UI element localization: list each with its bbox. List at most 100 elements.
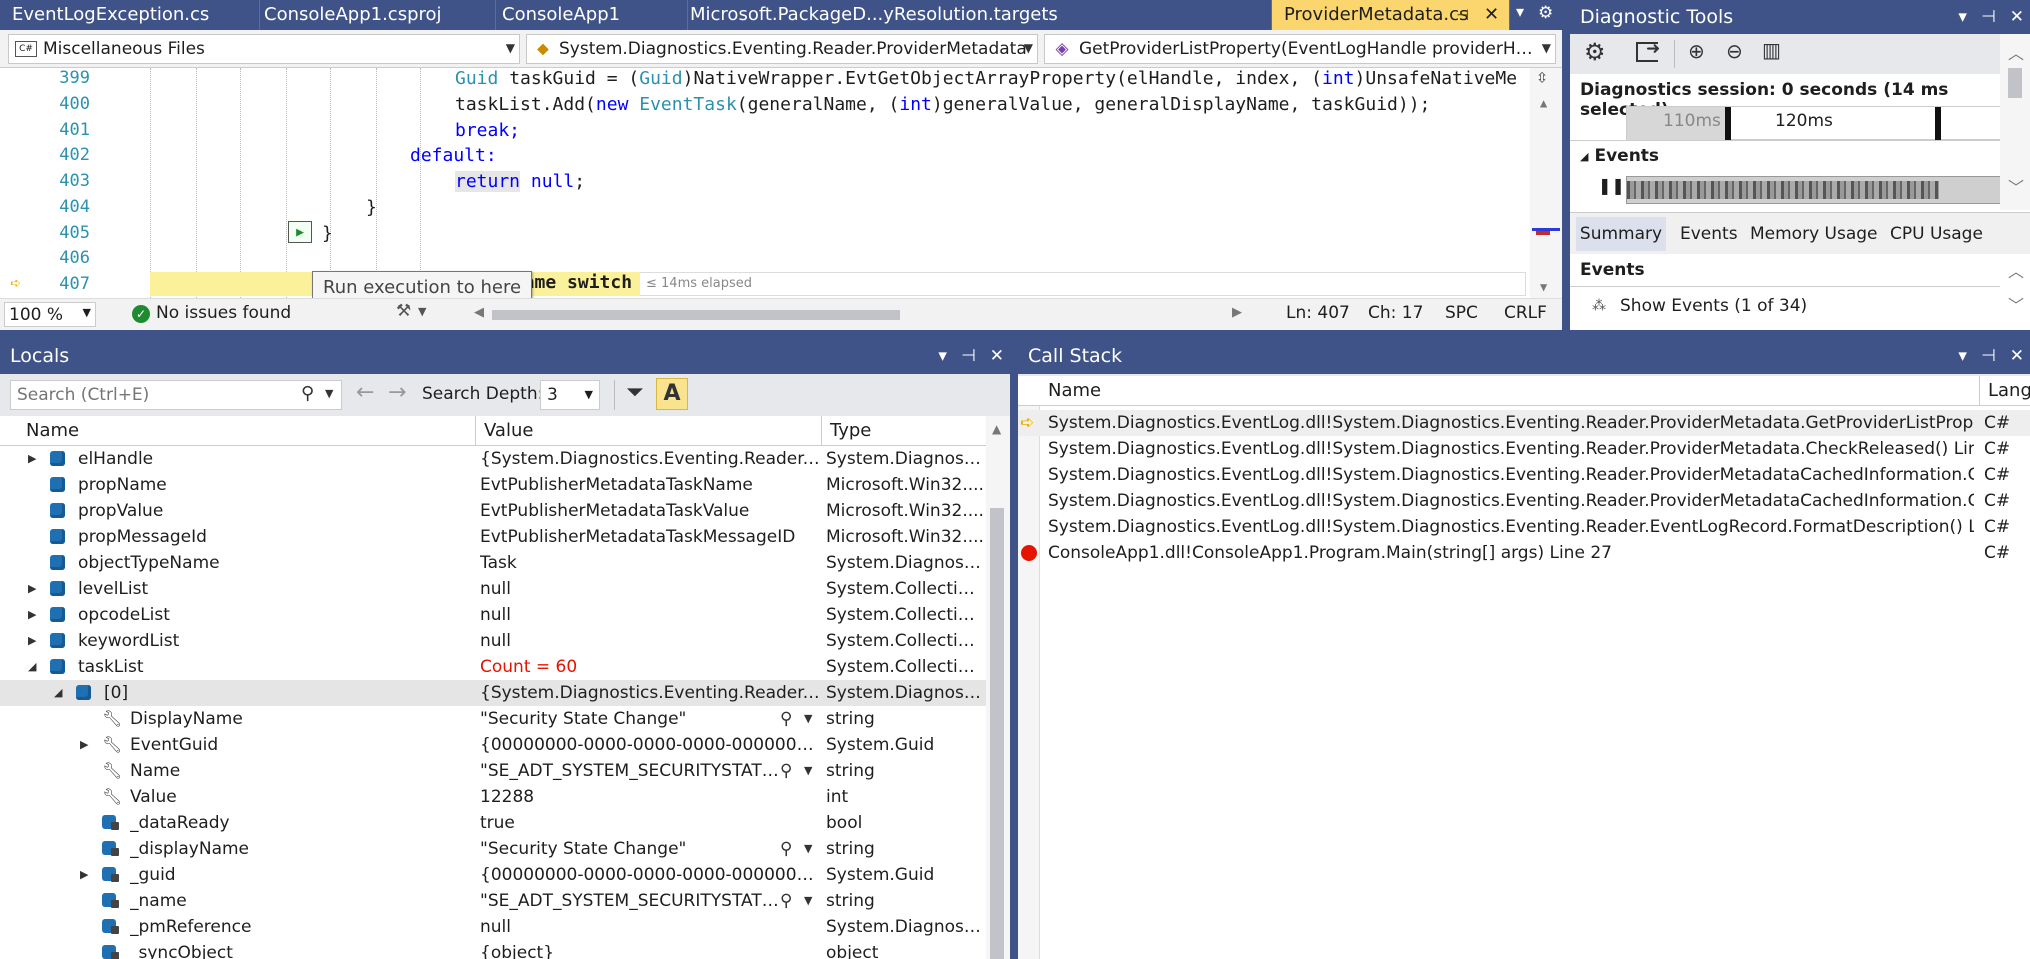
zoom-dropdown[interactable]: 100 % ▼ [4,302,96,327]
diag-scrollbar[interactable]: ︿ ﹀ [2000,34,2030,210]
variable-value[interactable]: null [480,576,820,602]
breakpoint-icon[interactable] [1021,540,1041,566]
locals-row[interactable]: _dataReady true bool [0,810,986,836]
type-dropdown[interactable]: ⬥ System.Diagnostics.Eventing.Reader.Pro… [526,34,1038,64]
project-dropdown[interactable]: C# Miscellaneous Files ▼ [8,34,520,64]
text-visualizer-icon[interactable]: ⚲ [780,758,800,784]
variable-value[interactable]: null [480,914,820,940]
variable-value[interactable]: 12288 [480,784,820,810]
variable-value[interactable]: Count = 60 [480,654,820,680]
variable-value[interactable]: EvtPublisherMetadataTaskValue [480,498,820,524]
scroll-right-icon[interactable]: ▶ [1232,305,1242,320]
variable-value[interactable]: "SE_ADT_SYSTEM_SECURITYSTATEC... [480,758,780,784]
locals-row[interactable]: 🔧︎ DisplayName "Security State Change" ⚲ ▼ st… [0,706,986,732]
zoom-out-icon[interactable]: ⊖ [1726,39,1743,63]
variable-value[interactable]: {System.Diagnostics.Eventing.Reader.Even… [480,446,820,472]
variable-value[interactable]: null [480,602,820,628]
call-stack-frame[interactable]: System.Diagnostics.EventLog.dll!System.D… [1018,436,2030,462]
locals-row[interactable]: _name "SE_ADT_SYSTEM_SECURITYSTATEC... ⚲ ▼ s… [0,888,986,914]
tab-events[interactable]: Events [1680,217,1738,251]
expand-icon[interactable]: ▶ [28,628,42,654]
expand-icon[interactable]: ▶ [80,862,94,888]
locals-row[interactable]: _displayName "Security State Change" ⚲ ▼ str… [0,836,986,862]
call-stack-frame[interactable]: System.Diagnostics.EventLog.dll!System.D… [1018,488,2030,514]
pin-icon[interactable]: ⊣ [1981,346,1996,366]
events-track-label[interactable]: ◢ Events [1580,146,1659,166]
chevron-down-icon[interactable]: ▼ [325,387,333,400]
horizontal-scrollbar-thumb[interactable] [492,310,900,320]
search-icon[interactable]: ⚲ [301,383,314,404]
locals-row[interactable]: propName EvtPublisherMetadataTaskName Micr… [0,472,986,498]
show-events-link[interactable]: ⁂ Show Events (1 of 34) [1592,296,1807,316]
call-stack-frame[interactable]: System.Diagnostics.EventLog.dll!System.D… [1018,514,2030,540]
variable-value[interactable]: null [480,628,820,654]
settings-gear-icon[interactable]: ⚙ [1584,38,1606,66]
chevron-down-icon[interactable]: ▼ [804,706,818,732]
locals-row[interactable]: _pmReference null System.Diagnosti... [0,914,986,940]
close-icon[interactable]: ✕ [2010,7,2024,27]
chevron-down-icon[interactable]: ▼ [804,888,818,914]
chevron-down-icon[interactable]: ▼ [418,305,426,318]
locals-row[interactable]: propMessageId EvtPublisherMetadataTaskMes… [0,524,986,550]
locals-row[interactable]: 🔧︎ Name "SE_ADT_SYSTEM_SECURITYSTATEC... ⚲ ▼… [0,758,986,784]
call-stack-frame[interactable]: ➪ System.Diagnostics.EventLog.dll!System.… [1018,410,2030,436]
locals-row[interactable]: propValue EvtPublisherMetadataTaskValue Mi… [0,498,986,524]
brush-icon[interactable]: ⚒ [396,301,411,321]
variable-value[interactable]: {object} [480,940,820,959]
variable-value[interactable]: Task [480,550,820,576]
locals-row[interactable]: ▶ elHandle {System.Diagnostics.Eventing.Re… [0,446,986,472]
locals-row[interactable]: ▶ 🔧︎ EventGuid {00000000-0000-0000-0000-000… [0,732,986,758]
variable-value[interactable]: EvtPublisherMetadataTaskMessageID [480,524,820,550]
tab-dropdown-icon[interactable]: ▾ [1516,2,1524,21]
timeline-ruler[interactable]: 110ms 120ms [1626,106,2002,141]
search-forward-icon[interactable]: → [388,380,406,405]
variable-value[interactable]: "SE_ADT_SYSTEM_SECURITYSTATEC... [480,888,780,914]
locals-row[interactable]: ▶ _guid {00000000-0000-0000-0000-000000000… [0,862,986,888]
locals-search-box[interactable]: ⚲ ▼ [10,380,342,410]
collapse-icon[interactable]: ◢ [28,654,42,680]
whitespace-indicator[interactable]: SPC [1445,303,1478,323]
member-dropdown[interactable]: ◈ GetProviderListProperty(EventLogHandle… [1044,34,1556,64]
pin-icon[interactable]: ⊣ [961,346,976,366]
panel-menu-icon[interactable]: ▾ [938,346,947,366]
scroll-down-icon[interactable]: ▼ [1540,280,1547,294]
tab-eventlogexception[interactable]: EventLogException.cs [0,0,260,30]
variable-value[interactable]: EvtPublisherMetadataTaskName [480,472,820,498]
locals-row[interactable]: 🔧︎ Value 12288 int [0,784,986,810]
variable-value[interactable]: {System.Diagnostics.Eventing.Reader.Even… [480,680,820,706]
call-stack-frame[interactable]: System.Diagnostics.EventLog.dll!System.D… [1018,462,2030,488]
line-indicator[interactable]: Ln: 407 [1286,303,1350,323]
expand-icon[interactable]: ▶ [80,732,94,758]
locals-row[interactable]: ▶ levelList null System.Collection... [0,576,986,602]
text-visualizer-icon[interactable]: ⚲ [780,706,800,732]
filter-icon[interactable]: ⏷ [626,380,644,405]
search-depth-dropdown[interactable]: 3 ▼ [540,380,600,410]
pin-icon[interactable]: ⊣ [1456,0,1469,30]
scroll-up-icon[interactable]: ︿ [2008,258,2024,282]
variable-value[interactable]: true [480,810,820,836]
locals-row[interactable]: _syncObject {object} object [0,940,986,959]
text-visualizer-icon[interactable]: ⚲ [780,888,800,914]
split-editor-icon[interactable]: ⇳ [1536,68,1548,88]
column-header-name[interactable]: Name [18,416,476,446]
collapse-icon[interactable]: ◢ [54,680,68,706]
search-back-icon[interactable]: ← [356,380,374,405]
code-editor[interactable]: 399 Guid taskGuid = (Guid)NativeWrapper.… [0,68,1562,298]
tab-packagedependency-targets[interactable]: Microsoft.PackageD...yResolution.targets [678,0,1272,30]
column-header-name[interactable]: Name [1040,376,1980,406]
expand-icon[interactable]: ▶ [28,602,42,628]
scroll-left-icon[interactable]: ◀ [474,305,484,320]
locals-row[interactable]: ◢ [0] {System.Diagnostics.Eventing.Reader.… [0,680,986,706]
panel-menu-icon[interactable]: ▾ [1958,346,1967,366]
column-header-type[interactable]: Type [822,416,986,446]
close-tab-icon[interactable]: ✕ [1484,0,1499,30]
call-stack-frame[interactable]: ConsoleApp1.dll!ConsoleApp1.Program.Main… [1018,540,2030,566]
locals-scrollbar[interactable]: ▲ [986,416,1010,959]
close-icon[interactable]: ✕ [990,346,1004,366]
pin-icon[interactable]: ⊣ [1981,7,1996,27]
column-header-lang[interactable]: Lang [1980,376,2030,406]
editor-vertical-scrollbar[interactable]: ⇳ ▲ ▼ [1530,68,1562,298]
tab-cpu-usage[interactable]: CPU Usage [1890,217,1983,251]
chart-icon[interactable]: ▥ [1762,38,1781,62]
tab-consoleapp1[interactable]: ConsoleApp1 [490,0,688,30]
